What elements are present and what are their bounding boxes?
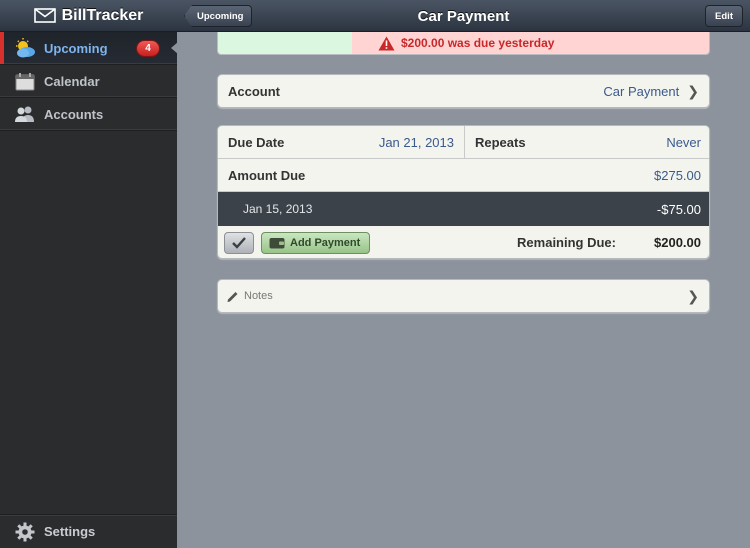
mark-paid-button[interactable] bbox=[224, 231, 254, 254]
add-payment-label: Add Payment bbox=[290, 236, 361, 249]
remaining-due-label: Remaining Due: bbox=[517, 235, 616, 250]
payment-actions-row: Add Payment Remaining Due: $200.00 bbox=[218, 226, 709, 258]
due-date-label: Due Date bbox=[228, 135, 285, 150]
checkmark-icon bbox=[232, 236, 246, 249]
account-value: Car Payment bbox=[603, 83, 680, 99]
amount-due-row[interactable]: Amount Due $275.00 bbox=[218, 159, 709, 192]
sidebar: BillTracker Upcoming 4 Calendar Accounts… bbox=[0, 0, 178, 548]
settings-label: Settings bbox=[44, 524, 96, 539]
chevron-right-icon: ❯ bbox=[687, 287, 699, 304]
weather-icon bbox=[14, 37, 36, 59]
account-label: Account bbox=[228, 83, 280, 99]
repeats-label: Repeats bbox=[475, 135, 526, 150]
sidebar-header: BillTracker bbox=[0, 0, 177, 32]
back-button[interactable]: Upcoming bbox=[184, 5, 253, 27]
upcoming-count-badge: 4 bbox=[137, 41, 159, 56]
sidebar-item-label: Accounts bbox=[44, 106, 104, 122]
payment-amount: -$75.00 bbox=[656, 201, 701, 217]
chevron-right-icon: ❯ bbox=[687, 82, 699, 99]
warning-icon bbox=[378, 36, 395, 50]
overdue-message-area: $200.00 was due yesterday bbox=[352, 32, 709, 54]
due-date-value: Jan 21, 2013 bbox=[378, 135, 454, 150]
gear-icon bbox=[14, 521, 36, 543]
repeats-cell[interactable]: Repeats Never bbox=[464, 126, 709, 159]
sidebar-item-label: Calendar bbox=[44, 73, 100, 89]
sidebar-item-accounts[interactable]: Accounts bbox=[0, 98, 177, 131]
amount-due-value: $275.00 bbox=[654, 167, 701, 183]
due-repeat-row: Due Date Jan 21, 2013 Repeats Never bbox=[218, 126, 709, 159]
sidebar-item-label: Upcoming bbox=[44, 40, 108, 56]
amount-due-label: Amount Due bbox=[228, 167, 306, 183]
page-title: Car Payment bbox=[417, 7, 510, 25]
notes-label: Notes bbox=[244, 290, 273, 302]
add-payment-button[interactable]: Add Payment bbox=[261, 231, 371, 254]
mail-icon bbox=[33, 8, 56, 23]
overdue-message: $200.00 was due yesterday bbox=[401, 36, 555, 50]
overdue-alert: $200.00 was due yesterday bbox=[217, 32, 710, 55]
bill-details-card: Due Date Jan 21, 2013 Repeats Never Amou… bbox=[217, 125, 710, 259]
wallet-icon bbox=[269, 237, 285, 248]
sidebar-item-calendar[interactable]: Calendar bbox=[0, 65, 177, 98]
repeats-value: Never bbox=[666, 135, 701, 150]
navigation-bar: Car Payment Upcoming Edit bbox=[177, 0, 750, 32]
edit-button[interactable]: Edit bbox=[705, 5, 743, 27]
notes-row[interactable]: Notes ❯ bbox=[217, 279, 710, 313]
sidebar-item-settings[interactable]: Settings bbox=[0, 514, 177, 548]
due-date-cell[interactable]: Due Date Jan 21, 2013 bbox=[218, 126, 464, 159]
users-icon bbox=[14, 103, 36, 125]
paid-progress bbox=[218, 32, 352, 54]
account-row[interactable]: Account Car Payment ❯ bbox=[217, 74, 710, 108]
payment-row[interactable]: Jan 15, 2013 -$75.00 bbox=[218, 192, 709, 226]
payment-date: Jan 15, 2013 bbox=[243, 202, 313, 216]
sidebar-item-upcoming[interactable]: Upcoming 4 bbox=[0, 32, 178, 65]
calendar-icon bbox=[14, 70, 36, 92]
pencil-icon bbox=[227, 291, 238, 302]
remaining-due-value: $200.00 bbox=[654, 235, 701, 250]
app-title: BillTracker bbox=[61, 6, 144, 24]
